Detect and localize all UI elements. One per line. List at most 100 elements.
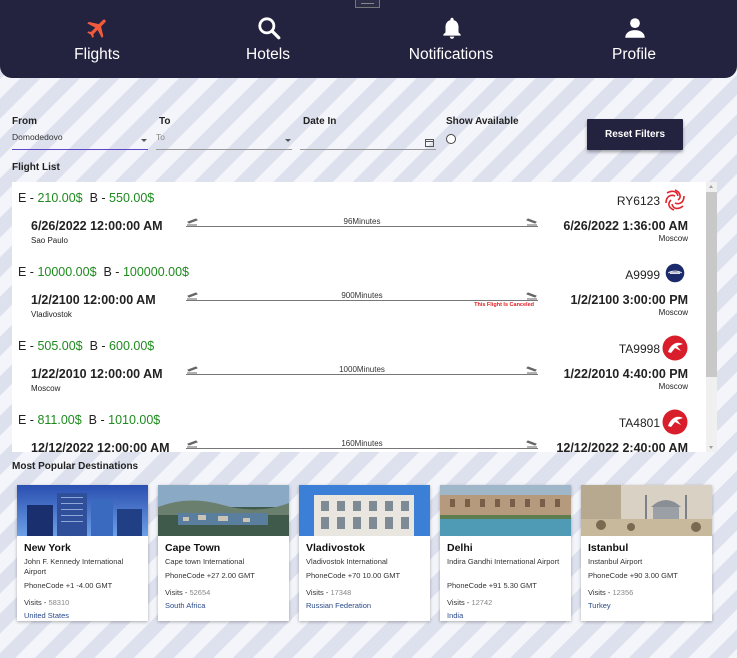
nav-notifications[interactable]: Notifications	[391, 0, 511, 78]
business-price: 550.00$	[109, 191, 155, 205]
destination-city: Cape Town	[165, 542, 221, 554]
airbus-logo	[665, 263, 685, 283]
destination-image	[440, 485, 571, 536]
destination-phone: PhoneCode +1 -4.00 GMT	[24, 581, 113, 590]
flight-item[interactable]: E - 505.00$ B - 600.00$ TA9998 1/22/2010…	[12, 330, 706, 404]
chevron-down-icon	[141, 139, 147, 142]
destination-country: Turkey	[588, 601, 611, 610]
destination-country: United States	[24, 611, 70, 620]
destinations-title: Most Popular Destinations	[12, 461, 139, 472]
departure-city: Sao Paulo	[31, 236, 68, 245]
show-available-label: Show Available	[446, 116, 519, 127]
calendar-icon[interactable]	[425, 139, 434, 147]
date-in-picker[interactable]: Date In	[300, 116, 436, 150]
turkish-airlines-logo	[662, 335, 688, 361]
route-line	[186, 300, 538, 301]
show-available-radio[interactable]	[446, 134, 456, 144]
departure-time: 12/12/2022 12:00:00 AM	[31, 441, 170, 452]
from-select[interactable]: From Domodedovo	[12, 116, 148, 150]
flight-item[interactable]: E - 811.00$ B - 1010.00$ TA4801 12/12/20…	[12, 404, 706, 452]
nav-flights[interactable]: Flights	[37, 0, 157, 78]
flight-list-title: Flight List	[12, 162, 60, 173]
flight-item[interactable]: E - 210.00$ B - 550.00$ RY6123 6/26/2022…	[12, 182, 706, 256]
destination-airport: Cape town International	[165, 557, 245, 566]
flight-duration: 160Minutes	[341, 439, 383, 448]
to-underline	[156, 149, 292, 150]
nav-profile-label: Profile	[612, 46, 656, 63]
turkish-airlines-logo	[662, 409, 688, 435]
date-in-label: Date In	[303, 116, 337, 127]
destination-airport: John F. Kennedy International Airport	[24, 557, 124, 576]
airplane-icon	[87, 19, 106, 38]
destination-card-new-york[interactable]: New York John F. Kennedy International A…	[17, 485, 148, 621]
departure-city: Moscow	[31, 384, 61, 393]
flight-list-scrollbar[interactable]	[706, 182, 717, 452]
destination-phone: PhoneCode +91 5.30 GMT	[447, 581, 537, 590]
destination-airport: Vladivostok International	[306, 557, 388, 566]
destination-image	[158, 485, 289, 536]
destination-visits: Visits - 58310	[24, 598, 70, 607]
flight-route: 1000Minutes	[186, 363, 538, 379]
destination-phone: PhoneCode +90 3.00 GMT	[588, 571, 678, 580]
destination-city: Istanbul	[588, 542, 629, 554]
destination-phone: PhoneCode +70 10.00 GMT	[306, 571, 401, 580]
red-swirl-logo	[665, 189, 685, 211]
arrival-city: Moscow	[658, 308, 688, 317]
flight-route: 160Minutes	[186, 437, 538, 452]
from-underline	[12, 148, 148, 150]
from-label: From	[12, 116, 37, 127]
top-navigation: Flights Hotels Notifications Profile	[0, 0, 737, 78]
reset-filters-button[interactable]: Reset Filters	[587, 119, 683, 150]
nav-hotels[interactable]: Hotels	[208, 0, 328, 78]
destination-visits: Visits - 12742	[447, 598, 493, 607]
destination-airport: Instanbul Airport	[588, 557, 643, 566]
arrival-time: 12/12/2022 2:40:00 AM	[556, 441, 688, 452]
flight-duration: 1000Minutes	[339, 365, 385, 374]
landing-icon	[526, 218, 537, 226]
destination-visits: Visits - 17348	[306, 588, 352, 597]
flight-number: TA9998	[618, 342, 660, 356]
departure-time: 6/26/2022 12:00:00 AM	[31, 219, 163, 233]
scroll-up-icon[interactable]	[709, 185, 713, 188]
destination-card-istanbul[interactable]: Istanbul Instanbul Airport PhoneCode +90…	[581, 485, 712, 621]
destination-airport: Indira Gandhi International Airport	[447, 557, 560, 566]
landing-icon	[526, 440, 537, 448]
destination-country: South Africa	[165, 601, 206, 610]
arrival-time: 1/2/2100 3:00:00 PM	[570, 293, 688, 307]
nav-profile[interactable]: Profile	[574, 0, 694, 78]
landing-icon	[526, 292, 537, 300]
business-price: 100000.00$	[122, 265, 189, 279]
destination-visits: Visits - 12356	[588, 588, 634, 597]
destination-visits: Visits - 52654	[165, 588, 211, 597]
business-price: 600.00$	[109, 339, 155, 353]
scrollbar-thumb[interactable]	[706, 192, 717, 377]
nav-notifications-label: Notifications	[408, 46, 494, 63]
flight-number: A9999	[625, 268, 660, 282]
economy-price: 10000.00$	[37, 265, 97, 279]
flight-number: RY6123	[616, 194, 660, 208]
to-placeholder: To	[156, 132, 165, 142]
destination-image	[17, 485, 148, 536]
to-select[interactable]: To To	[156, 116, 292, 150]
destination-card-delhi[interactable]: Delhi Indira Gandhi International Airpor…	[440, 485, 571, 621]
bell-icon	[443, 17, 461, 39]
arrival-city: Moscow	[658, 382, 688, 391]
show-available-filter: Show Available	[446, 116, 556, 150]
search-icon	[258, 17, 281, 40]
from-value: Domodedovo	[12, 132, 63, 142]
landing-icon	[526, 366, 537, 374]
flight-prices: E - 505.00$ B - 600.00$	[18, 339, 155, 353]
departure-time: 1/22/2010 12:00:00 AM	[31, 367, 163, 381]
scroll-down-icon[interactable]	[709, 446, 713, 449]
nav-flights-label: Flights	[74, 46, 120, 63]
flight-list[interactable]: E - 210.00$ B - 550.00$ RY6123 6/26/2022…	[12, 182, 717, 452]
destination-city: New York	[24, 542, 71, 554]
flight-duration: 900Minutes	[341, 291, 383, 300]
window-handle[interactable]	[355, 0, 380, 8]
flight-item[interactable]: E - 10000.00$ B - 100000.00$ A9999 1/2/2…	[12, 256, 706, 330]
destination-card-cape-town[interactable]: Cape Town Cape town International PhoneC…	[158, 485, 289, 621]
flight-prices: E - 210.00$ B - 550.00$	[18, 191, 155, 205]
destination-card-vladivostok[interactable]: Vladivostok Vladivostok International Ph…	[299, 485, 430, 621]
route-line	[186, 448, 538, 449]
destination-image	[581, 485, 712, 536]
